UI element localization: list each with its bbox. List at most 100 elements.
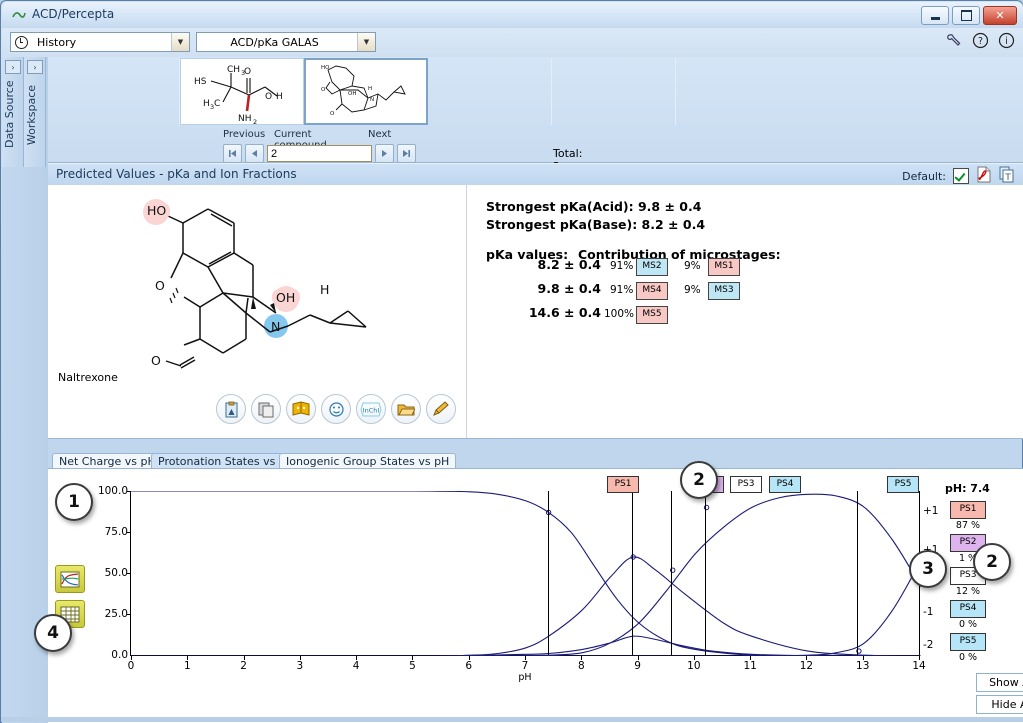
x-tick-label: 4	[353, 660, 360, 672]
next-button[interactable]	[375, 144, 394, 163]
svg-text:N: N	[271, 319, 280, 334]
info-icon[interactable]: i	[998, 32, 1015, 49]
svg-text:O: O	[244, 67, 251, 77]
help-icon[interactable]: ?	[972, 32, 989, 49]
module-combo[interactable]: ACD/pKa GALAS ▼	[196, 32, 376, 52]
legend-item-ps1[interactable]: PS1 87 %	[946, 501, 990, 531]
svg-text:H: H	[276, 92, 283, 102]
expand-icon[interactable]: ›	[27, 60, 43, 74]
x-tick-label: 14	[912, 660, 925, 672]
chart-tab-bar: Net Charge vs pH Protonation States vs p…	[48, 453, 1023, 469]
structure-tools: ▲	[216, 394, 456, 424]
history-combo[interactable]: History ▼	[10, 32, 190, 52]
contribution-percent: 100%	[604, 308, 634, 320]
thumbnail-empty-1[interactable]	[56, 58, 180, 125]
svg-text:OH: OH	[348, 91, 356, 97]
open-file-icon[interactable]	[391, 394, 421, 424]
legend-percent: 0 %	[946, 652, 990, 663]
svg-text:O: O	[151, 353, 161, 368]
callout-marker-2-top: 2	[680, 461, 718, 499]
next-label: Next	[368, 129, 391, 140]
microstage-badge[interactable]: MS1	[708, 258, 740, 276]
tab-net-charge[interactable]: Net Charge vs pH	[52, 453, 163, 469]
maximize-button[interactable]	[952, 6, 980, 25]
tab-ionogenic-group-states[interactable]: Ionogenic Group States vs pH	[279, 453, 456, 469]
chevron-down-icon[interactable]: ▼	[357, 33, 375, 51]
state-marker-ps5[interactable]: PS5	[887, 476, 919, 493]
svg-text:H: H	[203, 99, 210, 109]
current-compound-input[interactable]	[267, 145, 372, 162]
state-marker-ps1[interactable]: PS1	[607, 476, 639, 493]
x-tick-label: 10	[687, 660, 700, 672]
thumbnail-empty-2[interactable]	[428, 58, 552, 125]
thumbnail-penicillamine[interactable]: HS CH3 O OH H3C NH2	[180, 58, 304, 125]
x-tick-label: 6	[465, 660, 472, 672]
previous-button[interactable]	[245, 144, 264, 163]
x-tick-label: 11	[743, 660, 756, 672]
hide-all-button[interactable]: Hide All	[976, 695, 1023, 714]
main-toolbar: History ▼ ACD/pKa GALAS ▼ ? i	[2, 28, 1023, 57]
export-pdf-icon[interactable]	[976, 166, 992, 186]
microstage-badge[interactable]: MS4	[636, 282, 668, 300]
paste-structure-icon[interactable]: ▲	[216, 394, 246, 424]
state-marker-ps3[interactable]: PS3	[730, 476, 762, 493]
last-page-button[interactable]	[397, 144, 416, 163]
microstage-badge[interactable]: MS3	[708, 282, 740, 300]
state-legend: PS1 87 % PS2 1 % PS3 12 % PS4 0 % PS5 0 …	[946, 501, 990, 663]
dictionary-icon[interactable]	[286, 394, 316, 424]
sidebar-item-label: Workspace	[25, 82, 45, 148]
expand-icon[interactable]: ›	[5, 60, 21, 74]
inchi-icon[interactable]: InChI	[356, 394, 386, 424]
thumbnail-empty-3[interactable]	[552, 58, 676, 125]
settings-wrench-icon[interactable]	[946, 32, 963, 49]
application-window: ACD/Percepta ✕ History ▼ ACD/pKa GALAS ▼	[0, 0, 1023, 723]
svg-text:▲: ▲	[228, 407, 235, 416]
edit-structure-icon[interactable]	[426, 394, 456, 424]
legend-percent: 87 %	[946, 520, 990, 531]
nav-buttons	[223, 144, 416, 163]
close-button[interactable]: ✕	[983, 6, 1017, 25]
contribution-percent: 91%	[610, 260, 633, 272]
callout-marker-3: 3	[909, 550, 947, 588]
legend-badge: PS1	[950, 501, 986, 519]
smiles-icon[interactable]	[321, 394, 351, 424]
chevron-down-icon[interactable]: ▼	[171, 33, 189, 51]
svg-text:CH: CH	[227, 65, 240, 75]
legend-item-ps4[interactable]: PS4 0 %	[946, 600, 990, 630]
svg-text:O: O	[155, 278, 165, 293]
predicted-values-body: HO O OH H N O Naltrexone ▲	[48, 185, 1023, 439]
microstage-badge[interactable]: MS2	[636, 258, 668, 276]
svg-text:InChI: InChI	[363, 406, 380, 414]
legend-item-ps5[interactable]: PS5 0 %	[946, 633, 990, 663]
first-page-button[interactable]	[223, 144, 242, 163]
ph-value-label: pH: 7.4	[945, 482, 990, 495]
minimize-button[interactable]	[921, 6, 949, 25]
microstage-badge[interactable]: MS5	[636, 306, 668, 324]
sidebar-item-workspace[interactable]: › Workspace	[24, 57, 46, 167]
copy-text-icon[interactable]: T	[999, 166, 1015, 186]
svg-text:T: T	[1004, 173, 1011, 183]
window-title: ACD/Percepta	[32, 7, 114, 21]
previous-label: Previous	[223, 129, 265, 140]
contribution-percent: 91%	[610, 284, 633, 296]
x-tick-label: 9	[634, 660, 641, 672]
state-line-ps3	[671, 491, 672, 655]
show-all-button[interactable]: Show All	[976, 673, 1023, 692]
strongest-acid: Strongest pKa(Acid): 9.8 ± 0.4	[486, 199, 701, 214]
chart-view-button[interactable]	[55, 565, 85, 593]
state-line-ps4	[705, 491, 706, 655]
sidebar-item-label: Data Source	[3, 82, 23, 148]
svg-text:O: O	[321, 87, 326, 93]
x-tick-label: 12	[800, 660, 813, 672]
contribution-header: Contribution of microstages:	[578, 247, 781, 262]
thumbnail-naltrexone[interactable]: HO O OH H N O	[304, 58, 428, 125]
sidebar-item-data-source[interactable]: › Data Source	[2, 57, 24, 167]
x-axis-title: pH	[518, 672, 531, 683]
svg-text:HO: HO	[147, 203, 166, 218]
state-marker-ps4[interactable]: PS4	[769, 476, 801, 493]
svg-text:C: C	[214, 99, 220, 109]
copy-structure-icon[interactable]	[251, 394, 281, 424]
svg-text:NH: NH	[238, 114, 252, 124]
svg-text:O: O	[330, 111, 335, 117]
default-checkbox[interactable]	[953, 168, 969, 184]
